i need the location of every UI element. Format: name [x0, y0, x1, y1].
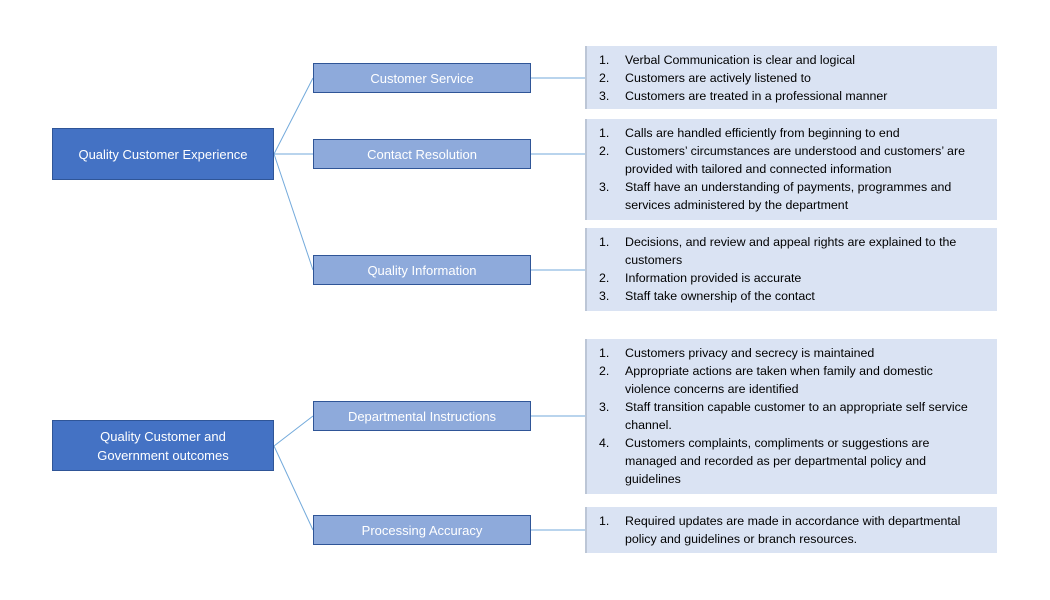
- item-text: Required updates are made in accordance …: [625, 514, 961, 546]
- item-number: 2.: [599, 364, 610, 378]
- list-item: 3. Staff have an understanding of payment…: [599, 178, 977, 214]
- item-text: Staff take ownership of the contact: [625, 289, 815, 303]
- item-text: Customers privacy and secrecy is maintai…: [625, 346, 875, 360]
- item-number: 4.: [599, 436, 610, 450]
- node-departmental-instructions: Departmental Instructions: [313, 401, 531, 431]
- item-text: Staff have an understanding of payments,…: [625, 180, 952, 212]
- item-text: Customers are actively listened to: [625, 71, 811, 85]
- item-number: 1.: [599, 53, 610, 67]
- list-item: 3. Customers are treated in a professiona…: [599, 87, 977, 105]
- detail-processing-accuracy: 1. Required updates are made in accordanc…: [585, 507, 997, 553]
- node-contact-resolution: Contact Resolution: [313, 139, 531, 169]
- item-number: 1.: [599, 346, 610, 360]
- node-quality-information: Quality Information: [313, 255, 531, 285]
- detail-quality-information: 1. Decisions, and review and appeal right…: [585, 228, 997, 311]
- item-number: 3.: [599, 289, 610, 303]
- node-label: Quality Information: [367, 262, 477, 278]
- list-item: 1. Verbal Communication is clear and logi…: [599, 51, 977, 69]
- item-text: Appropriate actions are taken when famil…: [625, 364, 933, 396]
- item-text: Decisions, and review and appeal rights …: [625, 235, 957, 267]
- list-item: 4. Customers complaints, compliments or s…: [599, 434, 977, 488]
- list-item: 2. Appropriate actions are taken when fam…: [599, 362, 977, 398]
- connector: [273, 77, 314, 155]
- list-item: 1. Required updates are made in accordanc…: [599, 512, 977, 548]
- item-text: Calls are handled efficiently from begin…: [625, 126, 900, 140]
- node-processing-accuracy: Processing Accuracy: [313, 515, 531, 545]
- connector: [273, 415, 314, 447]
- item-number: 2.: [599, 144, 610, 158]
- detail-customer-service: 1. Verbal Communication is clear and logi…: [585, 46, 997, 109]
- item-number: 3.: [599, 180, 610, 194]
- root-quality-customer-government-outcomes: Quality Customer and Government outcomes: [52, 420, 274, 471]
- item-text: Customers complaints, compliments or sug…: [625, 436, 930, 486]
- connector: [273, 445, 314, 531]
- item-number: 3.: [599, 400, 610, 414]
- item-number: 3.: [599, 89, 610, 103]
- node-label: Contact Resolution: [367, 146, 477, 162]
- list-item: 1. Calls are handled efficiently from beg…: [599, 124, 977, 142]
- list-item: 2. Customers’ circumstances are understoo…: [599, 142, 977, 178]
- item-text: Verbal Communication is clear and logica…: [625, 53, 856, 67]
- node-customer-service: Customer Service: [313, 63, 531, 93]
- list-item: 1. Decisions, and review and appeal right…: [599, 233, 977, 269]
- root-label: Quality Customer and Government outcomes: [97, 428, 229, 463]
- criteria-list: 1. Decisions, and review and appeal right…: [599, 233, 977, 305]
- item-number: 2.: [599, 271, 610, 285]
- item-text: Customers are treated in a professional …: [625, 89, 888, 103]
- connector: [273, 153, 314, 271]
- criteria-list: 1. Required updates are made in accordanc…: [599, 512, 977, 548]
- list-item: 2. Customers are actively listened to: [599, 69, 977, 87]
- item-number: 1.: [599, 126, 610, 140]
- node-label: Departmental Instructions: [347, 408, 497, 424]
- root-quality-customer-experience: Quality Customer Experience: [52, 128, 274, 180]
- list-item: 3. Staff transition capable customer to a…: [599, 398, 977, 434]
- detail-departmental-instructions: 1. Customers privacy and secrecy is maint…: [585, 339, 997, 494]
- item-number: 1.: [599, 235, 610, 249]
- node-label: Processing Accuracy: [361, 522, 483, 538]
- list-item: 3. Staff take ownership of the contact: [599, 287, 977, 305]
- item-number: 1.: [599, 514, 610, 528]
- criteria-list: 1. Customers privacy and secrecy is maint…: [599, 344, 977, 488]
- list-item: 1. Customers privacy and secrecy is maint…: [599, 344, 977, 362]
- root-label: Quality Customer Experience: [78, 146, 248, 162]
- node-label: Customer Service: [370, 70, 474, 86]
- item-number: 2.: [599, 71, 610, 85]
- item-text: Customers’ circumstances are understood …: [625, 144, 965, 176]
- criteria-list: 1. Verbal Communication is clear and logi…: [599, 51, 977, 105]
- detail-contact-resolution: 1. Calls are handled efficiently from beg…: [585, 119, 997, 220]
- item-text: Staff transition capable customer to an …: [625, 400, 968, 432]
- list-item: 2. Information provided is accurate: [599, 269, 977, 287]
- criteria-list: 1. Calls are handled efficiently from beg…: [599, 124, 977, 214]
- item-text: Information provided is accurate: [625, 271, 802, 285]
